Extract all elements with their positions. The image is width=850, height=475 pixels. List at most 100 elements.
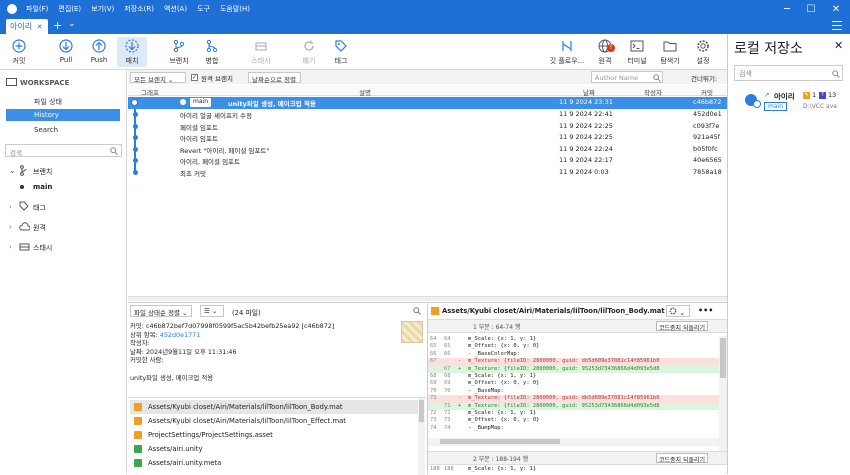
commit-row[interactable]: 페이셜 임포트 11 9 2024 22:25 c093f7e: [128, 121, 727, 133]
push-button[interactable]: Push: [84, 37, 114, 67]
splitter[interactable]: [128, 296, 727, 301]
hunk-revert-button[interactable]: 코드중지 되돌리기: [656, 453, 709, 464]
line-number: 64: [430, 336, 437, 342]
date-order-dropdown[interactable]: 날짜순으로 정렬 ⌄: [248, 72, 301, 92]
merge-button[interactable]: 병합: [197, 37, 227, 67]
tag-button[interactable]: 태그: [326, 37, 356, 67]
commit-hash: 921a45f: [693, 133, 720, 141]
branch-button[interactable]: 브랜치: [164, 37, 194, 67]
commit-button[interactable]: 커밋: [4, 37, 34, 67]
line-number: 68: [430, 373, 437, 379]
gitflow-button[interactable]: 깃 플로우...: [545, 37, 589, 67]
tab-repo[interactable]: 아이리 ✕: [6, 19, 48, 34]
commit-row[interactable]: 아이리, 페이셜 임포트 11 9 2024 22:17 40e6565: [128, 155, 727, 167]
menu-help[interactable]: 도움말(H): [220, 4, 250, 14]
stash-button[interactable]: 스태시: [246, 37, 276, 67]
sidebar-item-search[interactable]: Search: [6, 124, 120, 136]
all-branches-dropdown[interactable]: 모든 브랜치 ⌄: [130, 72, 186, 84]
minimize-button[interactable]: ─: [780, 2, 794, 16]
close-window-button[interactable]: ✕: [829, 2, 843, 16]
skip-label: 건너뛰기:: [691, 75, 718, 83]
commit-description: 아이리 임포트: [180, 135, 218, 143]
line-text: - _BumpMap:: [468, 424, 504, 431]
new-tab-button[interactable]: +: [53, 19, 62, 32]
menu-view[interactable]: 보기(V): [91, 4, 114, 14]
stashes-header[interactable]: 스태시: [33, 243, 52, 253]
commit-date: 11 9 2024 22:25: [559, 121, 613, 130]
menu-actions[interactable]: 액션(A): [164, 4, 187, 14]
search-icon[interactable]: [413, 307, 421, 315]
stash-icon: [19, 243, 30, 251]
file-path: Assets/airi.unity.meta: [148, 459, 222, 467]
more-options-icon[interactable]: •••: [698, 306, 713, 315]
parent-hash-link[interactable]: 452d0e1771: [160, 331, 201, 339]
repo-search-input[interactable]: 검색: [734, 65, 843, 81]
file-item[interactable]: Assets/Kyubi closet/Airi/Materials/lilTo…: [130, 414, 418, 428]
chevron-right-icon[interactable]: ›: [9, 243, 12, 251]
diff-options-button[interactable]: ⌄: [666, 305, 690, 317]
discard-button[interactable]: 폐기: [294, 37, 324, 67]
hamburger-menu-icon[interactable]: [832, 21, 842, 30]
branch-main[interactable]: main: [33, 183, 52, 191]
remotes-header[interactable]: 원격: [33, 223, 46, 233]
discard-label: 폐기: [302, 57, 316, 65]
fetch-icon: [125, 39, 139, 53]
commit-date: 11 9 2024 23:31: [559, 98, 613, 106]
explorer-button[interactable]: 탐색기: [655, 37, 685, 67]
remote-branches-checkbox[interactable]: ✓: [191, 74, 198, 81]
repo-list-item[interactable]: ↗ 아이리 ✎ 1 ? 13 main D:\VCC ava: [728, 90, 850, 116]
commit-row[interactable]: 아이리 임포트 11 9 2024 22:25 921a45f: [128, 132, 727, 144]
close-panel-icon[interactable]: ✕: [834, 39, 843, 52]
line-number: 66: [430, 350, 437, 357]
chevron-right-icon[interactable]: ›: [9, 203, 12, 211]
file-count: (24 파일): [232, 309, 261, 317]
col-description[interactable]: 설명: [359, 87, 371, 97]
menu-file[interactable]: 파일(F): [26, 4, 48, 14]
file-item[interactable]: ProjectSettings/ProjectSettings.asset: [130, 428, 418, 442]
commit-row[interactable]: 아이리 얼굴 셰이프키 수정 11 9 2024 22:41 452d0e1: [128, 109, 727, 121]
tab-close-icon[interactable]: ✕: [37, 23, 43, 31]
modified-status-icon: [134, 403, 142, 411]
remote-button[interactable]: ! 원격: [590, 37, 620, 67]
line-text: m_Texture: {fileID: 2800000, guid: db5d6…: [468, 395, 660, 402]
push-icon: [92, 39, 106, 53]
file-list-scrollbar[interactable]: [418, 398, 425, 475]
menu-edit[interactable]: 편집(E): [58, 4, 81, 14]
diff-scrollbar[interactable]: [719, 336, 727, 456]
chevron-down-icon[interactable]: ⌄: [9, 166, 16, 175]
file-sort-dropdown[interactable]: 파일 상태순 정렬 ⌄: [130, 305, 192, 317]
fetch-button[interactable]: 패치: [117, 37, 147, 67]
sidebar-item-history[interactable]: History: [6, 109, 120, 121]
menu-repository[interactable]: 저장소(R): [124, 4, 154, 14]
terminal-button[interactable]: 터미널: [622, 37, 652, 67]
line-number: 64: [444, 336, 451, 342]
file-item[interactable]: Assets/airi.unity.meta: [130, 456, 418, 470]
hunk-revert-button[interactable]: 코드중지 되돌리기: [656, 321, 709, 332]
col-author[interactable]: 작성자: [644, 87, 662, 97]
col-graph[interactable]: 그래프: [141, 87, 159, 97]
diff-h-scrollbar[interactable]: [428, 438, 719, 446]
file-item[interactable]: Assets/Kyubi closet/Airi/Materials/lilTo…: [130, 400, 418, 414]
author-filter-input[interactable]: Author Name: [591, 71, 663, 83]
sidebar-item-file-status[interactable]: 파일 상태: [6, 95, 120, 107]
pull-arrow-icon: ↗: [764, 91, 770, 99]
maximize-button[interactable]: ☐: [804, 2, 818, 16]
removed-marker: -: [458, 395, 462, 402]
line-number: 73: [444, 417, 451, 424]
col-commit[interactable]: 커밋: [701, 87, 713, 97]
settings-button[interactable]: 설정: [688, 37, 718, 67]
list-view-dropdown[interactable]: ☰ ⌄: [200, 305, 224, 317]
tab-menu-button[interactable]: ⌄: [68, 19, 76, 29]
commit-row[interactable]: main unity파일 생성, 메이크업 적용 11 9 2024 23:31…: [128, 97, 727, 109]
commit-row[interactable]: 최초 커밋 11 9 2024 0:03 7858a18: [128, 167, 727, 179]
pull-label: Pull: [59, 56, 73, 64]
menu-tools[interactable]: 도구: [197, 4, 210, 14]
col-date[interactable]: 날짜: [583, 87, 595, 97]
branches-header[interactable]: 브랜치: [33, 167, 52, 177]
tags-header[interactable]: 태그: [33, 203, 46, 213]
chevron-right-icon[interactable]: ›: [9, 223, 12, 231]
sidebar-search-input[interactable]: 검색: [5, 144, 122, 157]
pull-button[interactable]: Pull: [51, 37, 81, 67]
file-item[interactable]: Assets/airi.unity: [130, 442, 418, 456]
commit-row[interactable]: Revert "아이리, 페이셜 임포트" 11 9 2024 22:24 b0…: [128, 144, 727, 156]
